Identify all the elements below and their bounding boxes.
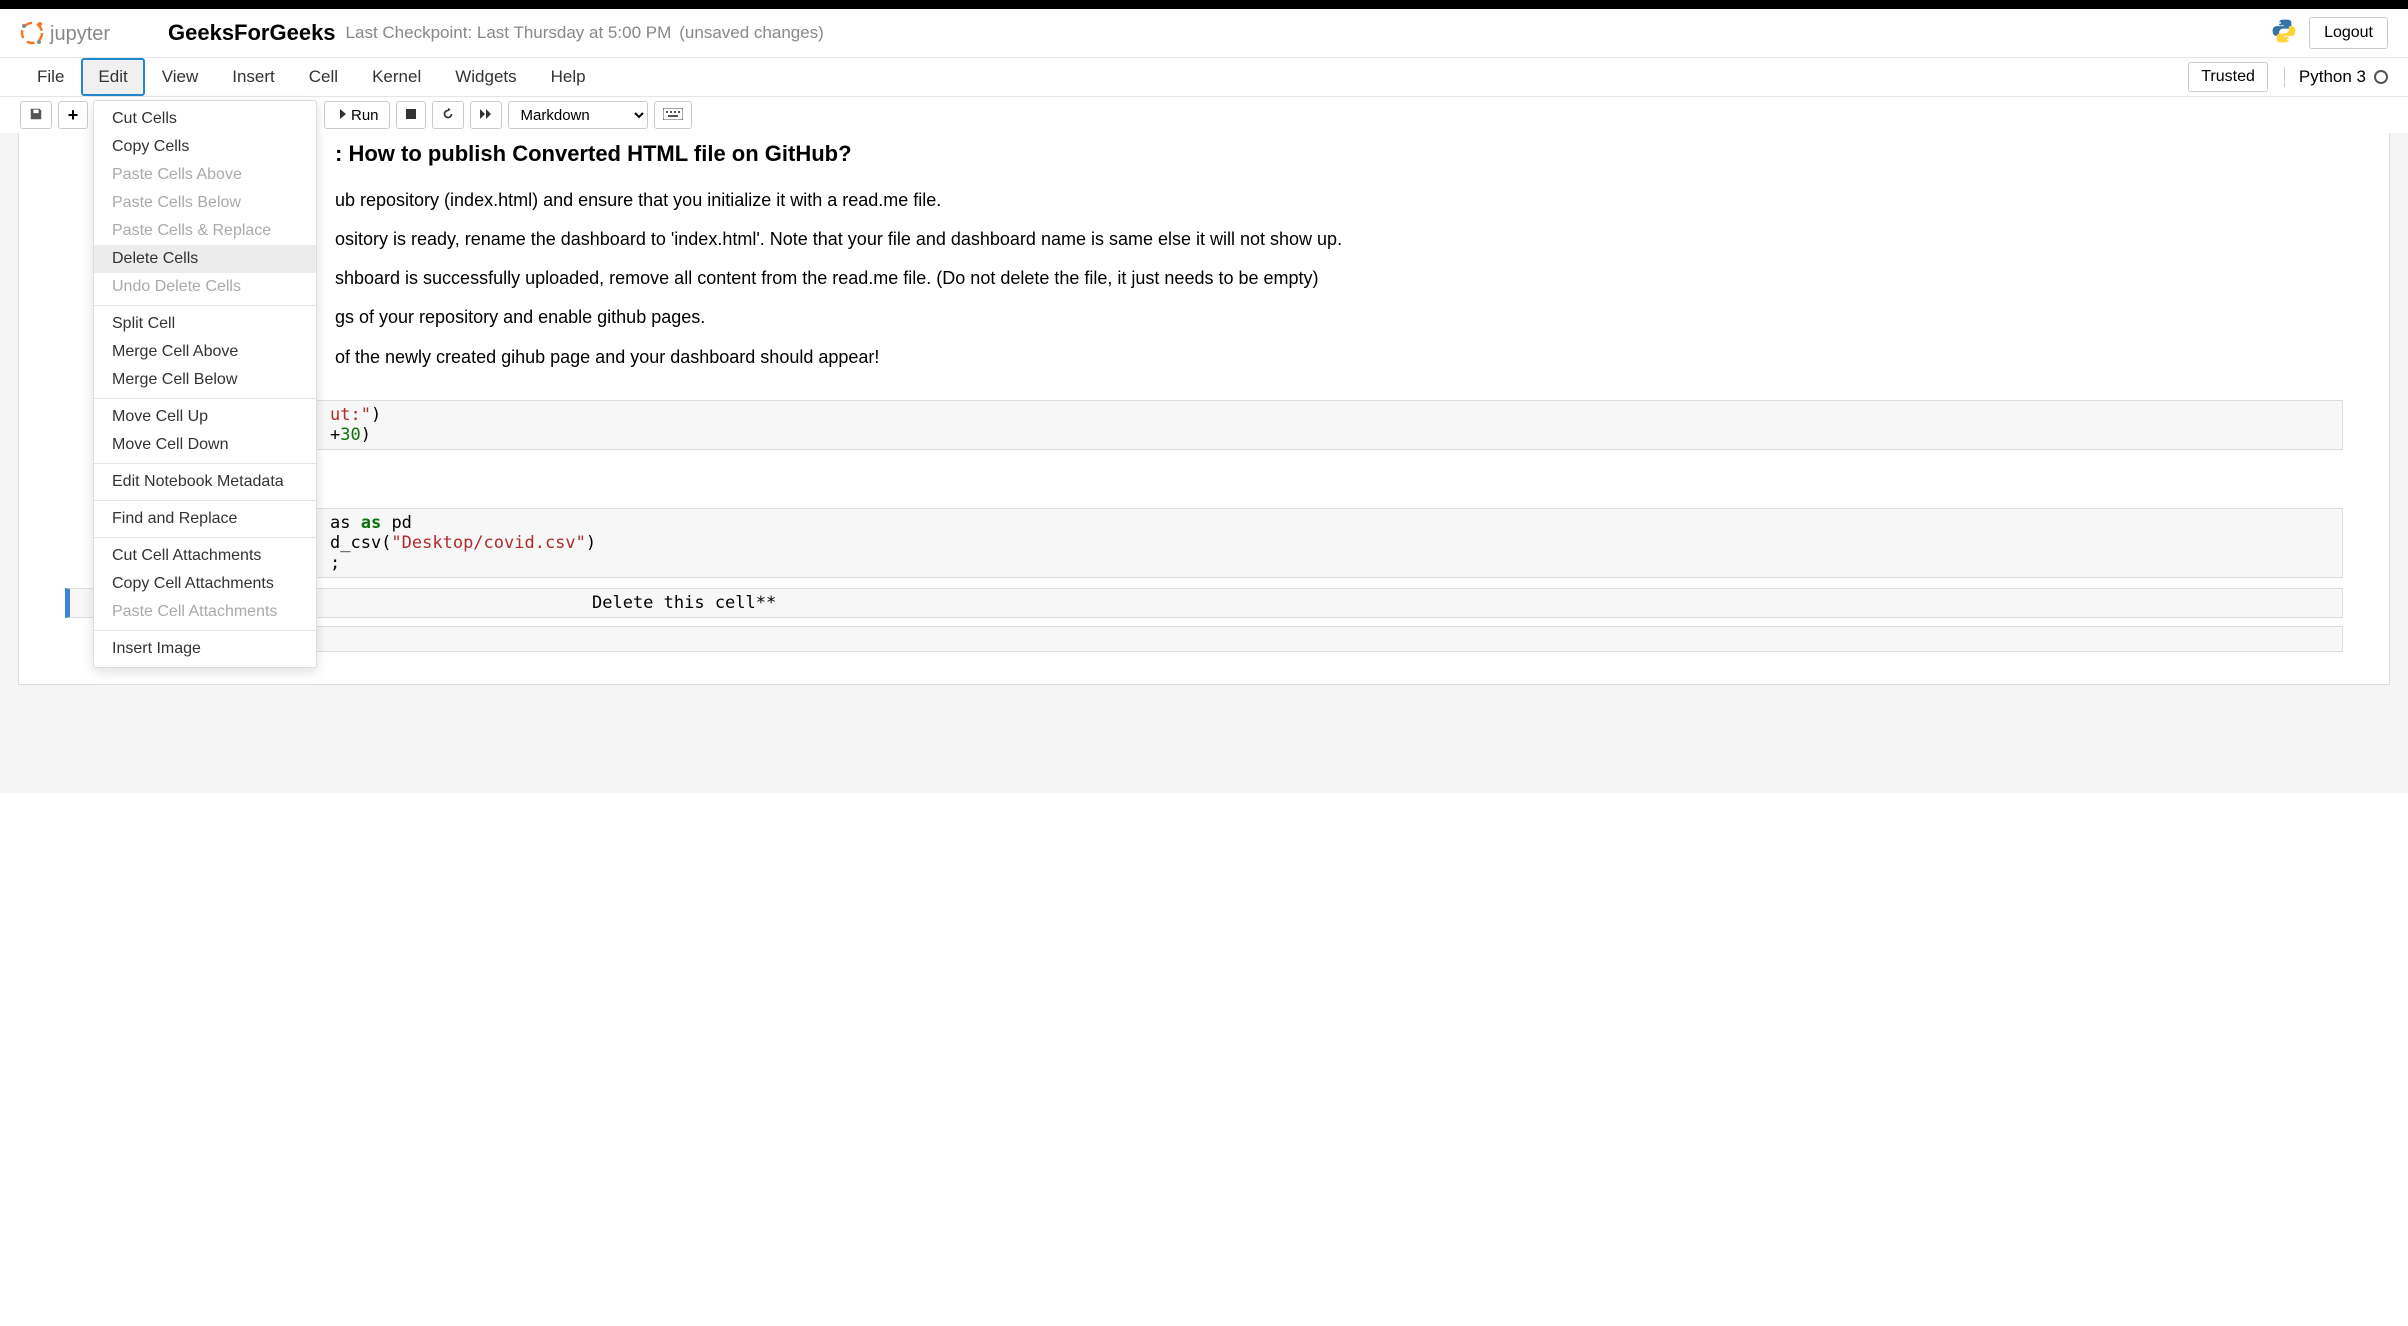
- menu-move-cell-down[interactable]: Move Cell Down: [94, 431, 316, 459]
- code-token: d_csv(: [330, 533, 391, 553]
- code-cell-selected[interactable]: Delete this cell**: [65, 588, 2343, 618]
- menu-file[interactable]: File: [20, 58, 81, 96]
- code-token: 30: [340, 425, 360, 445]
- markdown-step: ub repository (index.html) and ensure th…: [335, 188, 2279, 213]
- code-token: as: [361, 513, 381, 533]
- jupyter-logo[interactable]: jupyter: [20, 18, 150, 48]
- menu-divider: [94, 463, 316, 464]
- menu-divider: [94, 398, 316, 399]
- menu-view[interactable]: View: [145, 58, 216, 96]
- edit-dropdown-menu: Cut Cells Copy Cells Paste Cells Above P…: [93, 100, 317, 668]
- code-area[interactable]: [260, 627, 2342, 651]
- menu-delete-cells[interactable]: Delete Cells: [94, 245, 316, 273]
- code-token: ;: [330, 553, 340, 573]
- python-logo-icon: [2271, 18, 2297, 49]
- menu-undo-delete-cells: Undo Delete Cells: [94, 273, 316, 301]
- checkpoint-info: Last Checkpoint: Last Thursday at 5:00 P…: [346, 23, 672, 43]
- menu-merge-cell-above[interactable]: Merge Cell Above: [94, 338, 316, 366]
- menu-paste-attachments: Paste Cell Attachments: [94, 598, 316, 626]
- code-token: ): [586, 533, 596, 553]
- menu-divider: [94, 537, 316, 538]
- stop-icon: [405, 107, 417, 123]
- menu-move-cell-up[interactable]: Move Cell Up: [94, 403, 316, 431]
- code-area[interactable]: ut:") +30): [260, 401, 2342, 449]
- menu-paste-cells-below: Paste Cells Below: [94, 189, 316, 217]
- code-cell-empty[interactable]: [259, 626, 2343, 652]
- menu-insert-image[interactable]: Insert Image: [94, 635, 316, 663]
- toolbar: + Run Markdown: [0, 97, 2408, 133]
- menu-cut-cells[interactable]: Cut Cells: [94, 105, 316, 133]
- markdown-step: of the newly created gihub page and your…: [335, 345, 2279, 370]
- browser-topbar: [0, 0, 2408, 9]
- run-button[interactable]: Run: [324, 101, 390, 129]
- markdown-step: ository is ready, rename the dashboard t…: [335, 227, 2279, 252]
- menu-cell[interactable]: Cell: [292, 58, 355, 96]
- menu-divider: [94, 500, 316, 501]
- menu-copy-attachments[interactable]: Copy Cell Attachments: [94, 570, 316, 598]
- menu-split-cell[interactable]: Split Cell: [94, 310, 316, 338]
- menu-insert[interactable]: Insert: [215, 58, 292, 96]
- code-token: ): [361, 425, 371, 445]
- notebook-inner: : How to publish Converted HTML file on …: [18, 133, 2390, 685]
- code-token: ): [371, 405, 381, 425]
- menu-help[interactable]: Help: [534, 58, 603, 96]
- menu-cut-attachments[interactable]: Cut Cell Attachments: [94, 542, 316, 570]
- kernel-indicator[interactable]: Python 3: [2284, 67, 2388, 87]
- header: jupyter GeeksForGeeks Last Checkpoint: L…: [0, 9, 2408, 58]
- menu-merge-cell-below[interactable]: Merge Cell Below: [94, 366, 316, 394]
- code-cell[interactable]: as as pd d_csv("Desktop/covid.csv") ;: [259, 508, 2343, 578]
- markdown-heading: : How to publish Converted HTML file on …: [335, 139, 2279, 170]
- markdown-step: shboard is successfully uploaded, remove…: [335, 266, 2279, 291]
- celltype-select[interactable]: Markdown: [508, 101, 648, 129]
- menu-find-replace[interactable]: Find and Replace: [94, 505, 316, 533]
- markdown-step: gs of your repository and enable github …: [335, 305, 2279, 330]
- menu-kernel[interactable]: Kernel: [355, 58, 438, 96]
- fastforward-icon: [479, 107, 493, 123]
- menu-edit[interactable]: Edit: [81, 58, 144, 96]
- menu-divider: [94, 305, 316, 306]
- menu-edit-notebook-metadata[interactable]: Edit Notebook Metadata: [94, 468, 316, 496]
- command-palette-button[interactable]: [654, 101, 692, 129]
- menu-divider: [94, 630, 316, 631]
- add-cell-button[interactable]: +: [58, 101, 88, 129]
- save-button[interactable]: [20, 101, 52, 129]
- markdown-cell-rendered[interactable]: : How to publish Converted HTML file on …: [19, 139, 2389, 394]
- menu-widgets[interactable]: Widgets: [438, 58, 533, 96]
- svg-text:jupyter: jupyter: [49, 23, 110, 45]
- code-token: Delete this cell**: [592, 593, 776, 613]
- interrupt-button[interactable]: [396, 101, 426, 129]
- menu-paste-cells-replace: Paste Cells & Replace: [94, 217, 316, 245]
- restart-icon: [441, 107, 455, 124]
- restart-runall-button[interactable]: [470, 101, 502, 129]
- code-area[interactable]: as as pd d_csv("Desktop/covid.csv") ;: [260, 509, 2342, 577]
- trusted-button[interactable]: Trusted: [2188, 62, 2268, 92]
- code-token: pd: [381, 513, 412, 533]
- keyboard-icon: [663, 107, 683, 123]
- save-icon: [29, 107, 43, 124]
- code-area[interactable]: Delete this cell**: [132, 589, 2342, 617]
- kernel-idle-icon: [2374, 70, 2388, 84]
- plus-icon: +: [68, 105, 79, 126]
- logout-button[interactable]: Logout: [2309, 17, 2388, 49]
- menu-copy-cells[interactable]: Copy Cells: [94, 133, 316, 161]
- notebook-container: : How to publish Converted HTML file on …: [0, 133, 2408, 793]
- notebook-name[interactable]: GeeksForGeeks: [168, 20, 336, 46]
- run-label: Run: [351, 107, 379, 124]
- menubar: File Edit View Insert Cell Kernel Widget…: [0, 58, 2408, 97]
- menu-paste-cells-above: Paste Cells Above: [94, 161, 316, 189]
- code-token: +: [330, 425, 340, 445]
- code-token: as: [330, 513, 361, 533]
- kernel-name: Python 3: [2299, 67, 2366, 87]
- code-token: ut:": [330, 405, 371, 425]
- code-cell[interactable]: ut:") +30): [259, 400, 2343, 450]
- code-token: "Desktop/covid.csv": [391, 533, 585, 553]
- restart-button[interactable]: [432, 101, 464, 129]
- unsaved-changes: (unsaved changes): [679, 23, 824, 43]
- run-icon: [335, 107, 347, 124]
